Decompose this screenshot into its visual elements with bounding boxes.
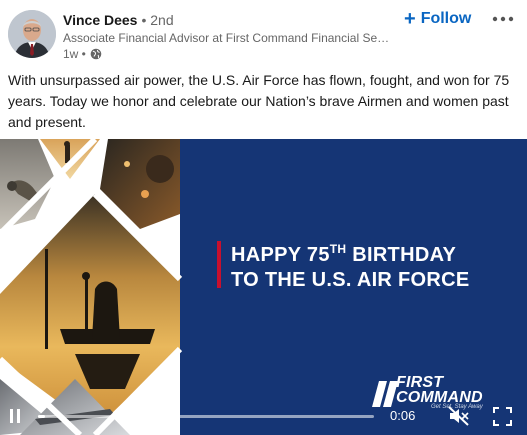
fullscreen-icon xyxy=(493,407,512,426)
follow-button[interactable]: + Follow xyxy=(404,7,471,31)
plus-icon: + xyxy=(404,8,416,30)
connection-degree: • 2nd xyxy=(141,12,174,28)
author-headline: Associate Financial Advisor at First Com… xyxy=(63,31,393,45)
time-remaining: 0:06 xyxy=(390,408,416,423)
mute-button[interactable] xyxy=(448,406,470,426)
author-name[interactable]: Vince Dees xyxy=(63,12,137,28)
banner-line-1: HAPPY 75TH BIRTHDAY xyxy=(231,242,457,266)
post-header: Vince Dees • 2nd Associate Financial Adv… xyxy=(0,0,527,66)
follow-label: Follow xyxy=(420,10,472,27)
fullscreen-button[interactable] xyxy=(493,407,512,426)
more-options-button[interactable] xyxy=(488,9,518,29)
globe-icon xyxy=(90,48,102,60)
progress-fill xyxy=(38,415,45,418)
post-text: With unsurpassed air power, the U.S. Air… xyxy=(8,72,510,130)
post-timestamp: 1w • xyxy=(63,47,86,61)
banner-line-2: TO THE U.S. AIR FORCE xyxy=(231,269,470,291)
progress-bar[interactable] xyxy=(38,415,374,418)
pause-icon xyxy=(10,409,20,423)
pause-button[interactable] xyxy=(7,408,23,424)
author-line: Vince Dees • 2nd xyxy=(63,10,174,30)
banner-accent-bar xyxy=(217,241,221,288)
video-controls: 0:06 xyxy=(0,398,527,435)
avatar[interactable] xyxy=(8,10,56,58)
muted-speaker-icon xyxy=(448,406,469,426)
post-meta: 1w • xyxy=(63,47,102,61)
more-icon xyxy=(492,16,514,22)
